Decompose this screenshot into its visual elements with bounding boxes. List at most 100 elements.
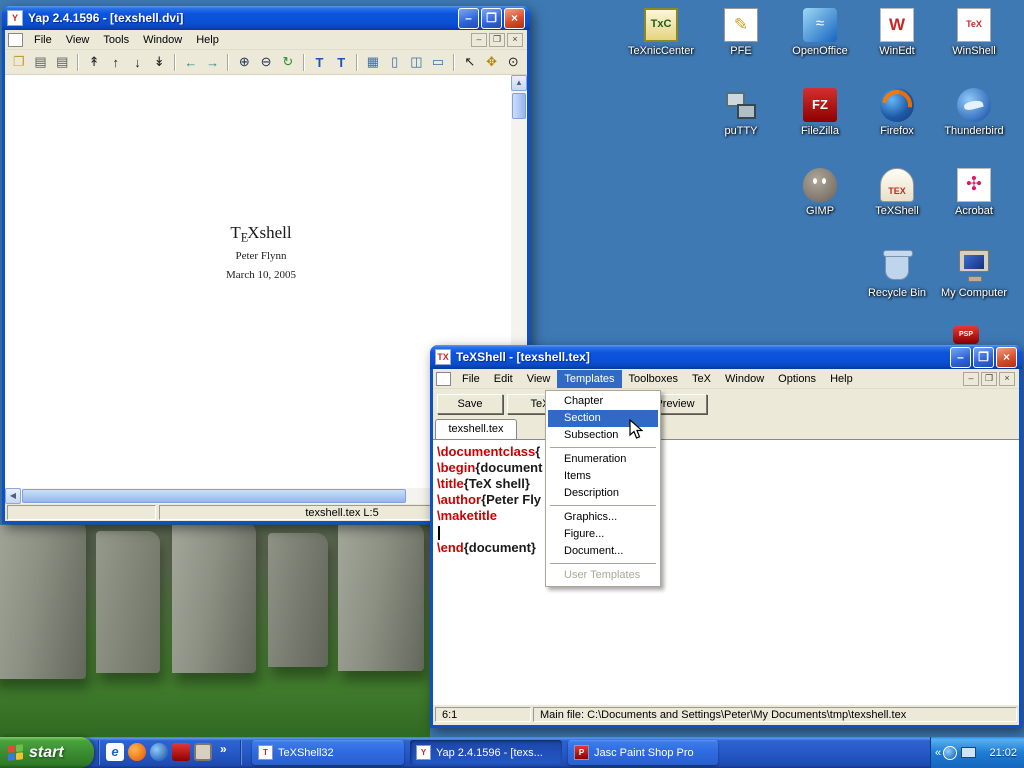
menu-file[interactable]: File [455, 370, 487, 388]
desktop-icon-winshell[interactable]: TeX WinShell [936, 8, 1012, 57]
menu-item-enumeration[interactable]: Enumeration [548, 451, 658, 468]
desktop-icon-winedt[interactable]: W WinEdt [859, 8, 935, 57]
menu-item-document[interactable]: Document... [548, 543, 658, 560]
maximize-button[interactable]: ❐ [481, 8, 502, 29]
desktop-icon-texniccenter[interactable]: TxC TeXnicCenter [623, 8, 699, 57]
toolbar-separator [356, 54, 358, 71]
icon-label: My Computer [936, 287, 1012, 299]
taskbar-task-paint-shop-pro[interactable]: P Jasc Paint Shop Pro [568, 740, 718, 765]
quick-launch-chevron-icon[interactable]: » [220, 742, 227, 756]
dvi-document-icon [8, 33, 23, 47]
menu-options[interactable]: Options [771, 370, 823, 388]
text-tool-icon[interactable]: T [331, 53, 351, 72]
tex-argument: {TeX shell} [464, 476, 530, 491]
menu-window[interactable]: Window [718, 370, 771, 388]
taskbar-task-texshell32[interactable]: T TeXShell32 [252, 740, 404, 765]
first-page-icon[interactable]: ↟ [84, 53, 104, 72]
mdi-close-button[interactable]: × [507, 33, 523, 47]
internet-explorer-icon[interactable]: e [106, 743, 124, 761]
scroll-left-icon[interactable]: ◀ [5, 488, 21, 504]
select-tool-icon[interactable]: ↖ [460, 53, 480, 72]
desktop-icon-acrobat[interactable]: ✣ Acrobat [936, 168, 1012, 217]
print-setup-icon[interactable]: ▤ [52, 53, 72, 72]
mdi-close-button[interactable]: × [999, 372, 1015, 386]
save-button[interactable]: Save [437, 394, 503, 414]
desktop-icon-filezilla[interactable]: FZ FileZilla [782, 88, 858, 137]
menu-tools[interactable]: Tools [96, 31, 136, 49]
menu-window[interactable]: Window [136, 31, 189, 49]
mdi-minimize-button[interactable]: – [963, 372, 979, 386]
prev-page-icon[interactable]: ↑ [106, 53, 126, 72]
thunderbird-icon[interactable] [150, 743, 168, 761]
desktop-icon-psp[interactable]: PSP [951, 326, 981, 344]
menu-item-graphics[interactable]: Graphics... [548, 509, 658, 526]
close-button[interactable]: × [996, 347, 1017, 368]
open-icon[interactable]: ❐ [9, 53, 29, 72]
firefox-icon[interactable] [128, 743, 146, 761]
scroll-up-icon[interactable]: ▲ [511, 75, 527, 91]
menu-edit[interactable]: Edit [487, 370, 520, 388]
menu-view[interactable]: View [59, 31, 97, 49]
magnifier-tool-icon[interactable]: ⊙ [503, 53, 523, 72]
next-page-icon[interactable]: ↓ [128, 53, 148, 72]
menu-item-figure[interactable]: Figure... [548, 526, 658, 543]
paint-shop-pro-icon[interactable] [172, 743, 190, 761]
mdi-restore-button[interactable]: ❐ [489, 33, 505, 47]
icon-label: Firefox [859, 125, 935, 137]
continuous-view-icon[interactable]: ▯ [385, 53, 405, 72]
tex-command: \maketitle [437, 508, 497, 523]
desktop-icon-gimp[interactable]: GIMP [782, 168, 858, 217]
last-page-icon[interactable]: ↡ [149, 53, 169, 72]
desktop-icon-firefox[interactable]: Firefox [859, 88, 935, 137]
menu-help[interactable]: Help [823, 370, 860, 388]
full-width-view-icon[interactable]: ▭ [428, 53, 448, 72]
forward-icon[interactable]: → [203, 53, 223, 72]
minimize-button[interactable]: – [458, 8, 479, 29]
edit-source-icon[interactable]: T [310, 53, 330, 72]
desktop-icon-recycle-bin[interactable]: Recycle Bin [859, 248, 935, 299]
close-button[interactable]: × [504, 8, 525, 29]
code-editor[interactable]: \documentclass{ \begin{document \title{T… [433, 439, 1019, 705]
single-page-view-icon[interactable]: ▦ [363, 53, 383, 72]
zoom-out-icon[interactable]: ⊖ [256, 53, 276, 72]
desktop-icon-my-computer[interactable]: My Computer [936, 248, 1012, 299]
tray-chevron-icon[interactable]: « [935, 747, 941, 759]
menu-item-items[interactable]: Items [548, 468, 658, 485]
menu-item-chapter[interactable]: Chapter [548, 393, 658, 410]
start-button[interactable]: start [0, 737, 94, 768]
taskbar-clock[interactable]: 21:02 [989, 747, 1024, 759]
hand-tool-icon[interactable]: ✥ [482, 53, 502, 72]
tray-messenger-icon[interactable] [943, 746, 957, 760]
menu-file[interactable]: File [27, 31, 59, 49]
desktop-icon-pfe[interactable]: ✎ PFE [703, 8, 779, 57]
back-icon[interactable]: ← [181, 53, 201, 72]
maximize-button[interactable]: ❐ [973, 347, 994, 368]
tray-network-icon[interactable] [961, 747, 976, 758]
tab-texshell-tex[interactable]: texshell.tex [435, 419, 517, 439]
texshell-titlebar[interactable]: TX TeXShell - [texshell.tex] – ❐ × [430, 345, 1022, 369]
facing-view-icon[interactable]: ◫ [407, 53, 427, 72]
desktop-icon-openoffice[interactable]: ≈ OpenOffice [782, 8, 858, 57]
start-label: start [29, 744, 64, 762]
minimize-button[interactable]: – [950, 347, 971, 368]
menu-tex[interactable]: TeX [685, 370, 718, 388]
print-icon[interactable]: ▤ [31, 53, 51, 72]
desktop-icon-putty[interactable]: puTTY [703, 88, 779, 137]
icon-art [724, 88, 758, 122]
desktop-icon-texshell[interactable]: TEX TeXShell [859, 168, 935, 217]
menu-view[interactable]: View [520, 370, 558, 388]
yap-titlebar[interactable]: Y Yap 2.4.1596 - [texshell.dvi] – ❐ × [2, 6, 530, 30]
zoom-in-icon[interactable]: ⊕ [234, 53, 254, 72]
mdi-restore-button[interactable]: ❐ [981, 372, 997, 386]
show-desktop-icon[interactable] [194, 743, 212, 761]
scrollbar-thumb[interactable] [512, 93, 526, 119]
desktop-icon-thunderbird[interactable]: Thunderbird [936, 88, 1012, 137]
menu-toolboxes[interactable]: Toolboxes [622, 370, 686, 388]
menu-help[interactable]: Help [189, 31, 226, 49]
menu-templates[interactable]: Templates [557, 370, 621, 388]
scrollbar-thumb[interactable] [22, 489, 406, 503]
taskbar-task-yap[interactable]: Y Yap 2.4.1596 - [texs... [410, 740, 562, 765]
refresh-icon[interactable]: ↻ [278, 53, 298, 72]
mdi-minimize-button[interactable]: – [471, 33, 487, 47]
menu-item-description[interactable]: Description [548, 485, 658, 502]
